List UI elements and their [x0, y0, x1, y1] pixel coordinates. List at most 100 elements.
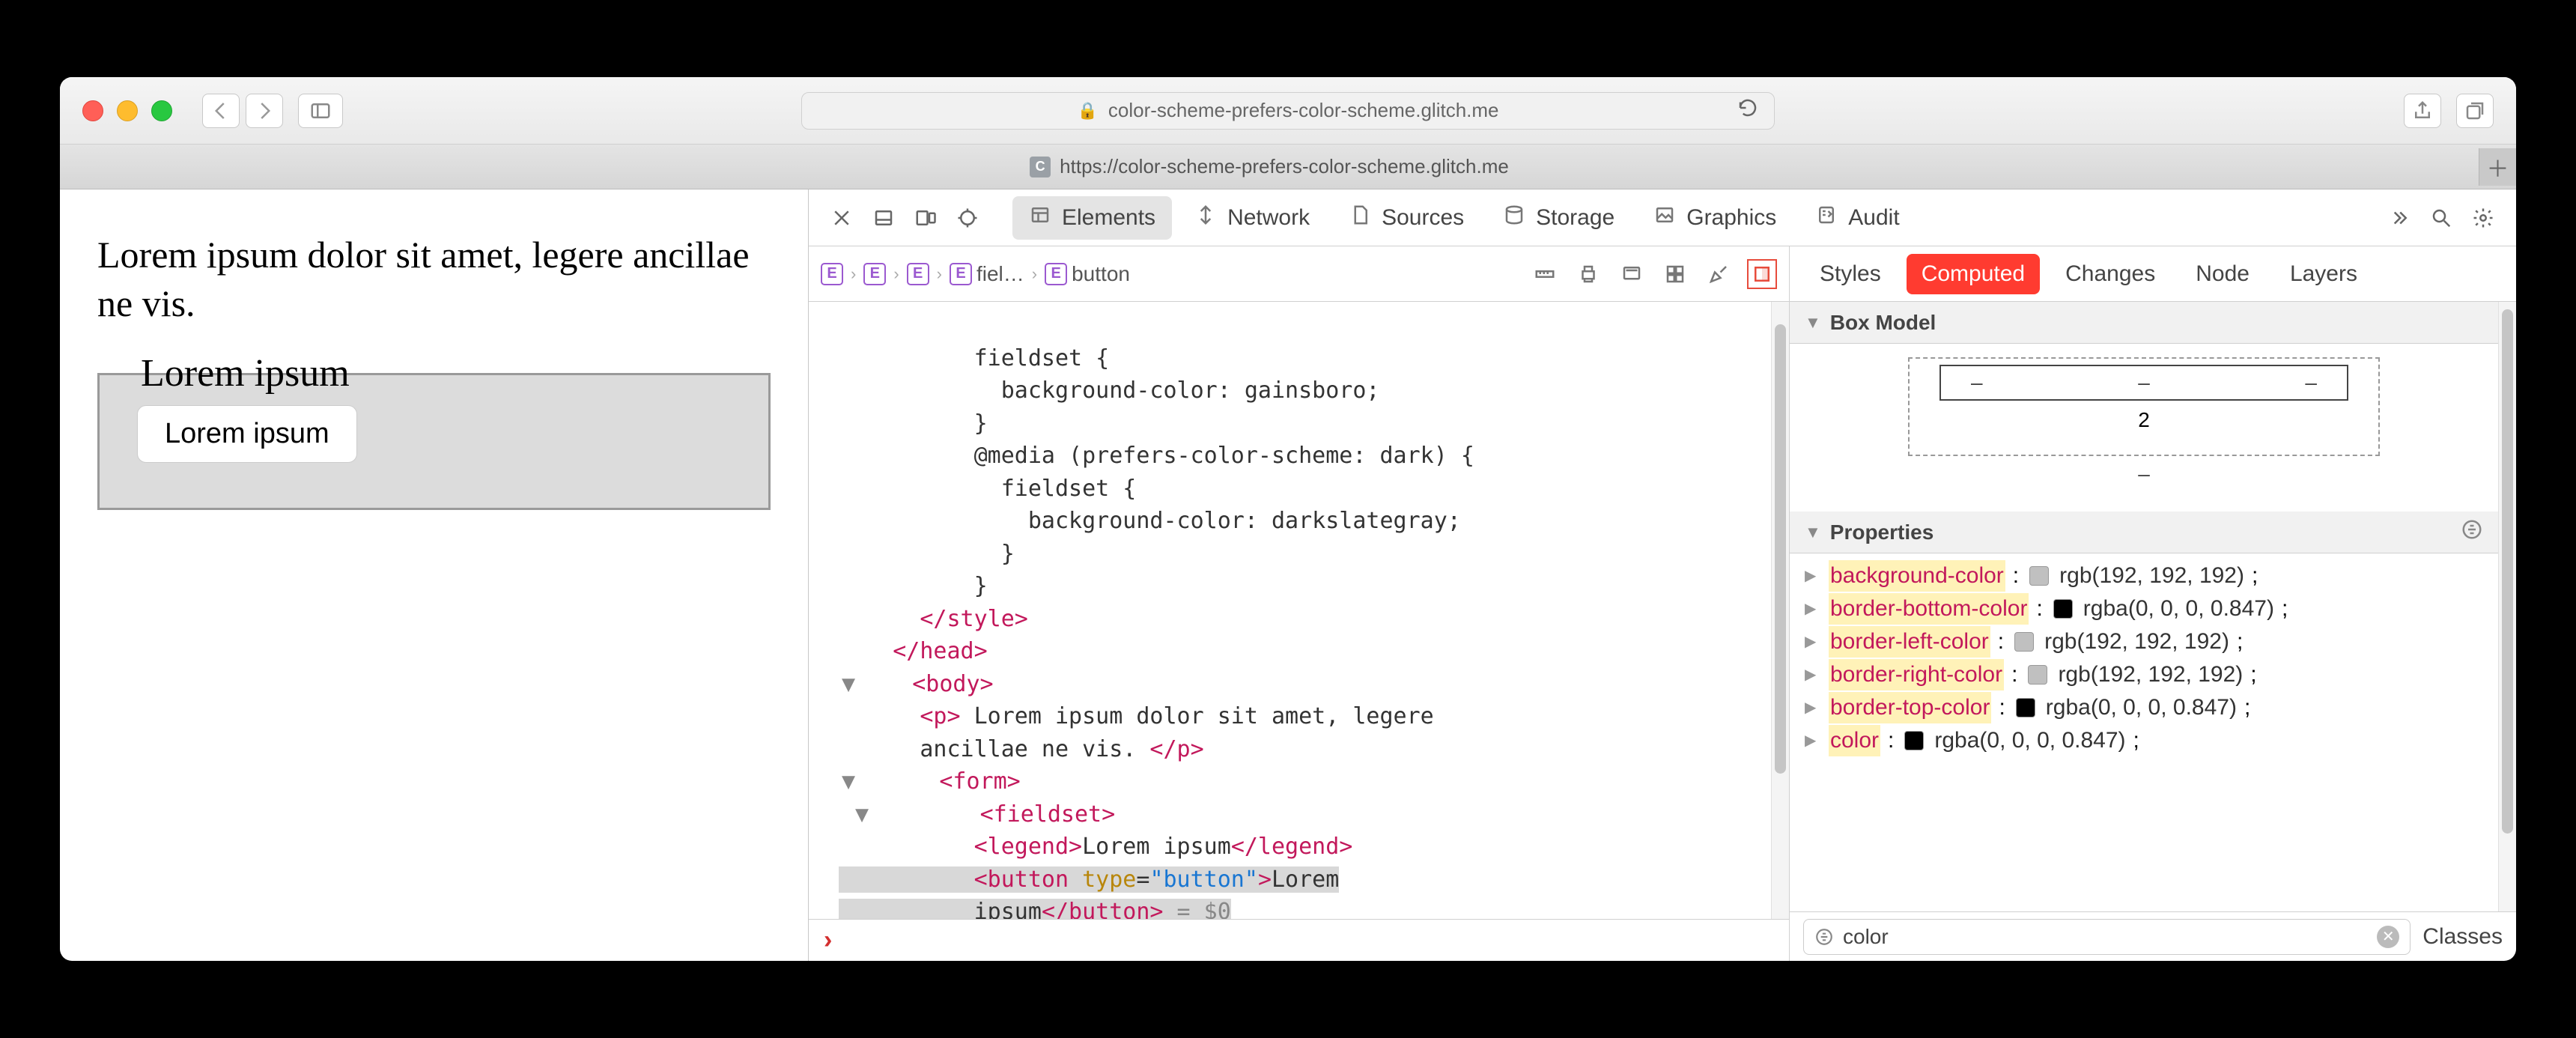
- color-swatch[interactable]: [2029, 566, 2049, 586]
- print-styles-button[interactable]: [1573, 259, 1603, 289]
- sidebar-toggle-button[interactable]: [298, 94, 343, 128]
- favicon: C: [1030, 157, 1051, 177]
- chevron-left-icon: [210, 100, 232, 122]
- layout-icon: [1751, 263, 1773, 285]
- caret-expanded-icon[interactable]: ▼: [839, 668, 858, 701]
- property-key: border-top-color: [1829, 692, 1991, 723]
- color-swatch[interactable]: [1904, 731, 1924, 750]
- disclosure-triangle-icon: ▼: [1805, 523, 1821, 542]
- subtab-styles[interactable]: Styles: [1805, 254, 1896, 294]
- console-drawer[interactable]: ›: [809, 919, 1789, 961]
- tab-elements-label: Elements: [1062, 205, 1155, 231]
- paint-flashing-button[interactable]: [1704, 259, 1734, 289]
- tab-graphics[interactable]: Graphics: [1637, 196, 1793, 240]
- tab-sources[interactable]: Sources: [1332, 196, 1480, 240]
- gear-icon: [2472, 207, 2494, 229]
- dock-side-button[interactable]: [908, 200, 944, 236]
- tab-storage-label: Storage: [1536, 205, 1614, 231]
- page-fieldset: Lorem ipsum Lorem ipsum: [97, 373, 771, 510]
- content-area: Lorem ipsum dolor sit amet, legere ancil…: [60, 189, 2516, 961]
- maximize-window-button[interactable]: [151, 100, 172, 121]
- disclosure-triangle-icon: ▼: [1805, 313, 1821, 333]
- breadcrumb-item-3[interactable]: Efiel…: [950, 262, 1024, 286]
- tab-elements[interactable]: Elements: [1012, 196, 1172, 240]
- dock-bottom-icon: [872, 207, 895, 229]
- color-swatch[interactable]: [2016, 698, 2035, 717]
- breadcrumb-item-0[interactable]: E: [821, 263, 843, 285]
- tab-graphics-label: Graphics: [1686, 205, 1776, 231]
- property-row[interactable]: ▶border-right-color:rgb(192, 192, 192);: [1805, 658, 2483, 691]
- compositing-button[interactable]: [1660, 259, 1690, 289]
- tab-audit-label: Audit: [1848, 205, 1899, 231]
- styles-subtabs: Styles Computed Changes Node Layers: [1790, 246, 2516, 302]
- subtab-computed[interactable]: Computed: [1907, 254, 2040, 294]
- search-icon: [2430, 207, 2452, 229]
- property-key: color: [1829, 725, 1880, 756]
- close-devtools-button[interactable]: [824, 200, 860, 236]
- tab-strip: C https://color-scheme-prefers-color-sch…: [60, 145, 2516, 189]
- reload-button[interactable]: [1737, 97, 1759, 124]
- breadcrumb-item-1[interactable]: E: [863, 263, 886, 285]
- browser-tab[interactable]: C https://color-scheme-prefers-color-sch…: [1030, 155, 1509, 178]
- subtab-node[interactable]: Node: [2181, 254, 2264, 294]
- forward-button[interactable]: [246, 94, 283, 128]
- tab-storage[interactable]: Storage: [1486, 196, 1631, 240]
- caret-expanded-icon[interactable]: ▼: [852, 798, 872, 831]
- dom-breadcrumb: E › E › E › Efiel… › Ebutton: [809, 246, 1789, 302]
- close-window-button[interactable]: [82, 100, 103, 121]
- page-button[interactable]: Lorem ipsum: [137, 405, 357, 463]
- minimize-window-button[interactable]: [117, 100, 138, 121]
- property-value: rgb(192, 192, 192): [2058, 659, 2243, 691]
- share-button[interactable]: [2404, 94, 2441, 128]
- property-row[interactable]: ▶border-bottom-color:rgba(0, 0, 0, 0.847…: [1805, 592, 2483, 625]
- property-row[interactable]: ▶border-top-color:rgba(0, 0, 0, 0.847);: [1805, 691, 2483, 724]
- properties-list: ▶background-color:rgb(192, 192, 192);▶bo…: [1790, 553, 2498, 772]
- section-box-model[interactable]: ▼ Box Model: [1790, 302, 2498, 344]
- page-legend: Lorem ipsum: [130, 348, 361, 399]
- tab-audit[interactable]: Audit: [1799, 196, 1916, 240]
- property-row[interactable]: ▶border-left-color:rgb(192, 192, 192);: [1805, 625, 2483, 658]
- devtools-toolbar: Elements Network Sources Storage Graphic…: [809, 189, 2516, 246]
- disclosure-triangle-icon: ▶: [1805, 631, 1821, 652]
- property-row[interactable]: ▶background-color:rgb(192, 192, 192);: [1805, 559, 2483, 592]
- dom-source[interactable]: fieldset { background-color: gainsboro; …: [809, 302, 1771, 919]
- page-paragraph: Lorem ipsum dolor sit amet, legere ancil…: [97, 231, 771, 328]
- property-row[interactable]: ▶color:rgba(0, 0, 0, 0.847);: [1805, 724, 2483, 757]
- dock-side-icon: [914, 207, 937, 229]
- force-appearance-button[interactable]: [1617, 259, 1647, 289]
- tab-network[interactable]: Network: [1178, 196, 1326, 240]
- search-button[interactable]: [2423, 200, 2459, 236]
- classes-button[interactable]: Classes: [2422, 924, 2503, 950]
- subtab-layers[interactable]: Layers: [2275, 254, 2372, 294]
- settings-button[interactable]: [2465, 200, 2501, 236]
- new-tab-button[interactable]: ＋: [2479, 148, 2516, 186]
- appearance-icon: [1620, 263, 1643, 285]
- url-bar[interactable]: 🔒 color-scheme-prefers-color-scheme.glit…: [801, 92, 1775, 130]
- more-tabs-button[interactable]: [2381, 200, 2417, 236]
- element-picker-button[interactable]: [950, 200, 985, 236]
- breadcrumb-item-2[interactable]: E: [907, 263, 929, 285]
- subtab-changes[interactable]: Changes: [2050, 254, 2170, 294]
- filter-input[interactable]: color ✕: [1803, 919, 2411, 955]
- breadcrumb-item-4[interactable]: Ebutton: [1045, 262, 1130, 286]
- caret-expanded-icon[interactable]: ▼: [839, 765, 858, 798]
- tabs-overview-button[interactable]: [2456, 94, 2494, 128]
- section-properties[interactable]: ▼ Properties: [1790, 512, 2498, 553]
- properties-more-button[interactable]: [2461, 518, 2483, 546]
- source-scrollbar[interactable]: [1771, 302, 1789, 919]
- disclosure-triangle-icon: ▶: [1805, 664, 1821, 685]
- back-button[interactable]: [202, 94, 240, 128]
- clear-filter-button[interactable]: ✕: [2377, 926, 2399, 948]
- titlebar: 🔒 color-scheme-prefers-color-scheme.glit…: [60, 77, 2516, 145]
- styles-scrollbar[interactable]: [2498, 302, 2516, 911]
- dock-bottom-button[interactable]: [866, 200, 902, 236]
- box-model-value: 2: [2138, 408, 2150, 431]
- color-swatch[interactable]: [2053, 599, 2073, 619]
- layout-borders-button[interactable]: [1747, 259, 1777, 289]
- graphics-icon: [1653, 204, 1676, 232]
- color-swatch[interactable]: [2028, 665, 2047, 685]
- styles-pane: Styles Computed Changes Node Layers ▼ Bo…: [1790, 246, 2516, 961]
- rulers-button[interactable]: [1530, 259, 1560, 289]
- target-icon: [956, 207, 979, 229]
- color-swatch[interactable]: [2014, 632, 2034, 652]
